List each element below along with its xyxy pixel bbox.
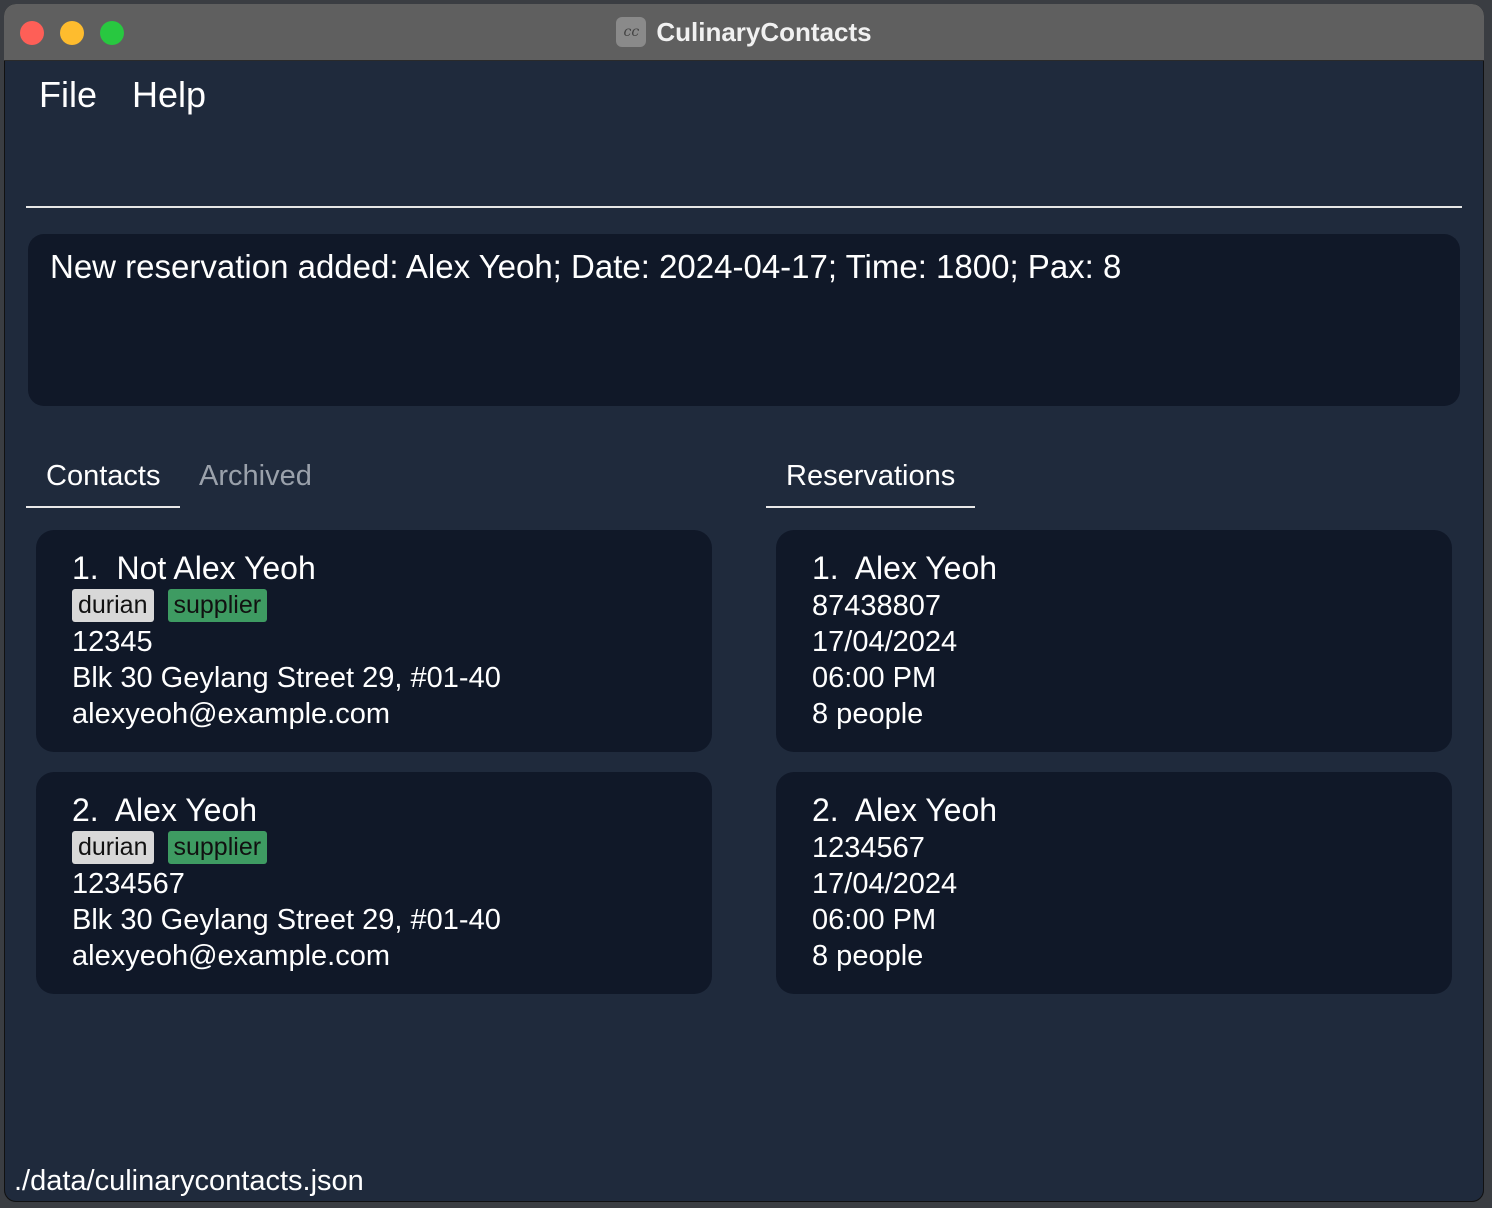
contact-email: alexyeoh@example.com [72,940,390,972]
reservation-time: 06:00 PM [812,904,937,936]
contact-name-text: Alex Yeoh [114,792,258,828]
contact-phone: 1234567 [72,868,185,900]
reservation-name-text: Alex Yeoh [854,792,998,828]
reservation-card[interactable]: 2. Alex Yeoh 1234567 17/04/2024 06:00 PM… [776,772,1452,994]
contact-tags: durian supplier [72,589,268,622]
menu-file[interactable]: File [39,74,97,116]
result-display: New reservation added: Alex Yeoh; Date: … [28,234,1460,406]
tag-durian: durian [72,831,154,864]
window-title: CulinaryContacts [656,16,872,47]
contact-address: Blk 30 Geylang Street 29, #01-40 [72,904,501,936]
contact-email: alexyeoh@example.com [72,698,390,730]
contact-phone: 12345 [72,626,153,658]
tab-contacts[interactable]: Contacts [26,456,181,508]
reservation-pax: 8 people [812,698,924,730]
contact-name-text: Not Alex Yeoh [116,550,316,586]
reservation-phone: 87438807 [812,590,942,622]
contact-name: 1. Not Alex Yeoh [72,550,316,587]
reservation-index: 2. [812,792,839,828]
tag-durian: durian [72,589,154,622]
tag-supplier: supplier [167,589,268,622]
menu-bar: File Help [4,60,1484,140]
contact-address: Blk 30 Geylang Street 29, #01-40 [72,662,501,694]
contact-index: 2. [72,792,99,828]
tab-archived[interactable]: Archived [179,456,332,508]
contact-name: 2. Alex Yeoh [72,792,257,829]
command-input[interactable] [26,206,1462,208]
result-message: New reservation added: Alex Yeoh; Date: … [50,248,1122,285]
reservation-card[interactable]: 1. Alex Yeoh 87438807 17/04/2024 06:00 P… [776,530,1452,752]
contact-tags: durian supplier [72,831,268,864]
reservation-index: 1. [812,550,839,586]
reservation-date: 17/04/2024 [812,868,958,900]
reservation-name-text: Alex Yeoh [854,550,998,586]
window-title-group: cc CulinaryContacts [4,4,1484,60]
reservation-time: 06:00 PM [812,662,937,694]
contact-index: 1. [72,550,99,586]
menu-help[interactable]: Help [132,74,206,116]
status-bar-path: ./data/culinarycontacts.json [14,1165,364,1197]
tab-reservations[interactable]: Reservations [766,456,976,508]
reservation-pax: 8 people [812,940,924,972]
reservation-phone: 1234567 [812,832,925,864]
title-bar[interactable]: cc CulinaryContacts [4,4,1484,61]
reservation-name: 2. Alex Yeoh [812,792,997,829]
reservation-date: 17/04/2024 [812,626,958,658]
app-window: cc CulinaryContacts File Help New reserv… [4,4,1484,1202]
app-logo-icon: cc [616,17,647,47]
contact-card[interactable]: 2. Alex Yeoh durian supplier 1234567 Blk… [36,772,712,994]
contact-card[interactable]: 1. Not Alex Yeoh durian supplier 12345 B… [36,530,712,752]
tag-supplier: supplier [167,831,268,864]
reservation-name: 1. Alex Yeoh [812,550,997,587]
